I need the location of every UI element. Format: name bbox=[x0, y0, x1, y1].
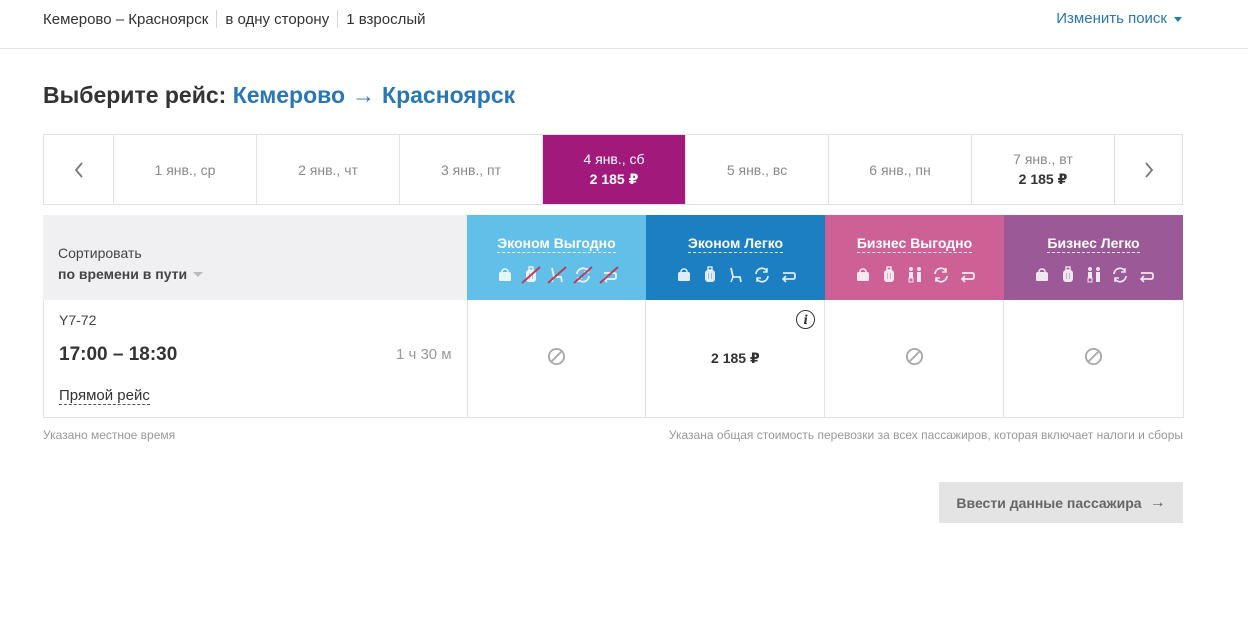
fare-cell-available[interactable]: i 2 185 ₽ bbox=[646, 300, 826, 417]
date-label: 7 янв., вт bbox=[1013, 151, 1073, 167]
date-price: 2 185 ₽ bbox=[1018, 171, 1068, 187]
fare-header-biznes-legko: Бизнес Легко bbox=[1004, 215, 1183, 300]
exchange-icon bbox=[754, 267, 769, 283]
unavailable-icon bbox=[547, 347, 566, 371]
suitcase-icon bbox=[1062, 266, 1073, 282]
chevron-down-icon bbox=[1174, 17, 1182, 22]
flight-type-link[interactable]: Прямой рейс bbox=[59, 387, 150, 405]
prev-dates-button[interactable] bbox=[44, 135, 114, 204]
flight-row: Y7-72 17:00 – 18:30 1 ч 30 м Прямой рейс… bbox=[43, 300, 1184, 418]
sort-dropdown[interactable]: по времени в пути bbox=[58, 266, 467, 282]
top-bar: Кемерово – Красноярск в одну сторону 1 в… bbox=[0, 0, 1248, 49]
date-option[interactable]: 5 янв., вс bbox=[686, 135, 829, 204]
next-button-label: Ввести данные пассажира bbox=[956, 494, 1142, 511]
date-label: 3 янв., пт bbox=[440, 161, 502, 178]
fare-header-econom-legko: Эконом Легко bbox=[646, 215, 825, 300]
refund-crossed-icon bbox=[598, 266, 619, 284]
unavailable-icon bbox=[1084, 347, 1103, 371]
date-selector: 1 янв., ср 2 янв., чт 3 янв., пт 4 янв.,… bbox=[43, 134, 1183, 205]
flight-info: Y7-72 17:00 – 18:30 1 ч 30 м Прямой рейс bbox=[44, 300, 468, 417]
change-search-label: Изменить поиск bbox=[1056, 10, 1167, 27]
flight-time: 17:00 – 18:30 bbox=[59, 344, 178, 365]
flight-number: Y7-72 bbox=[59, 312, 97, 328]
date-option[interactable]: 6 янв., пн bbox=[829, 135, 972, 204]
fare-cell-unavailable bbox=[825, 300, 1005, 417]
arrow-right-icon: → bbox=[1149, 493, 1166, 511]
route-summary: Кемерово – Красноярск bbox=[43, 10, 209, 28]
date-option[interactable]: 2 янв., чт bbox=[257, 135, 400, 204]
fare-cell-unavailable bbox=[468, 300, 647, 417]
divider bbox=[216, 10, 218, 28]
arrow-right-icon: → bbox=[352, 82, 376, 108]
bag-icon bbox=[498, 268, 511, 281]
date-label: 5 янв., вс bbox=[726, 161, 788, 178]
title-prefix: Выберите рейс: bbox=[43, 82, 227, 108]
date-label: 2 янв., чт bbox=[298, 161, 358, 178]
fare-name[interactable]: Бизнес Выгодно bbox=[856, 235, 973, 253]
exchange-crossed-icon bbox=[572, 266, 593, 284]
trip-type: в одну сторону bbox=[225, 10, 330, 28]
total-price-note: Указана общая стоимость перевозки за все… bbox=[668, 428, 1183, 442]
fare-icons bbox=[825, 265, 1004, 285]
bag-icon bbox=[856, 268, 869, 281]
chevron-left-icon bbox=[74, 161, 83, 178]
page-title: Выберите рейс: Кемерово → Красноярск bbox=[43, 82, 515, 109]
refund-icon bbox=[781, 272, 796, 283]
date-label: 1 янв., ср bbox=[154, 161, 216, 178]
unavailable-icon bbox=[905, 347, 924, 371]
date-label: 6 янв., пн bbox=[869, 161, 931, 178]
date-option[interactable]: 7 янв., вт 2 185 ₽ bbox=[972, 135, 1115, 204]
fare-header-econom-vygodno: Эконом Выгодно bbox=[467, 215, 646, 300]
sort-control: Сортировать по времени в пути bbox=[43, 215, 467, 300]
seat-crossed-icon bbox=[546, 266, 567, 284]
exchange-icon bbox=[1112, 267, 1127, 283]
divider bbox=[337, 10, 339, 28]
priority-icon bbox=[908, 267, 921, 283]
date-option[interactable]: 1 янв., ср bbox=[114, 135, 257, 204]
info-icon[interactable]: i bbox=[796, 310, 816, 329]
search-summary: Кемерово – Красноярск в одну сторону 1 в… bbox=[43, 10, 426, 28]
next-dates-button[interactable] bbox=[1115, 135, 1182, 204]
title-to-city: Красноярск bbox=[382, 82, 516, 108]
sort-value: по времени в пути bbox=[58, 266, 188, 282]
bag-icon bbox=[1035, 268, 1048, 281]
fare-icons bbox=[1004, 265, 1183, 285]
fare-table-header: Сортировать по времени в пути Эконом Выг… bbox=[43, 215, 1184, 300]
fare-name[interactable]: Бизнес Легко bbox=[1047, 235, 1140, 253]
fare-header-biznes-vygodno: Бизнес Выгодно bbox=[825, 215, 1004, 300]
seat-icon bbox=[729, 267, 742, 283]
fare-icons bbox=[467, 265, 646, 285]
date-price: 2 185 ₽ bbox=[589, 171, 639, 187]
refund-icon bbox=[960, 272, 975, 283]
suitcase-icon bbox=[704, 266, 715, 282]
change-search-link[interactable]: Изменить поиск bbox=[1056, 10, 1182, 27]
refund-icon bbox=[1139, 272, 1154, 283]
fare-name[interactable]: Эконом Легко bbox=[687, 235, 784, 253]
local-time-note: Указано местное время bbox=[43, 428, 176, 442]
fare-name[interactable]: Эконом Выгодно bbox=[497, 235, 616, 253]
bag-icon bbox=[677, 268, 690, 281]
fare-cell-unavailable bbox=[1004, 300, 1183, 417]
sort-label: Сортировать bbox=[58, 245, 142, 261]
fare-table: Сортировать по времени в пути Эконом Выг… bbox=[43, 215, 1184, 418]
date-label: 4 янв., сб bbox=[583, 151, 645, 167]
priority-icon bbox=[1087, 267, 1100, 283]
chevron-right-icon bbox=[1144, 161, 1153, 178]
fare-icons bbox=[646, 265, 825, 285]
passenger-count: 1 взрослый bbox=[346, 10, 426, 28]
suitcase-icon bbox=[883, 266, 894, 282]
date-option-selected[interactable]: 4 янв., сб 2 185 ₽ bbox=[543, 135, 686, 204]
chevron-down-icon bbox=[193, 271, 204, 277]
exchange-icon bbox=[933, 267, 948, 283]
fare-price[interactable]: 2 185 ₽ bbox=[711, 350, 760, 367]
suitcase-crossed-icon bbox=[520, 266, 541, 284]
date-option[interactable]: 3 янв., пт bbox=[400, 135, 543, 204]
enter-passenger-data-button[interactable]: Ввести данные пассажира → bbox=[939, 482, 1183, 523]
title-from-city: Кемерово bbox=[232, 82, 346, 108]
flight-duration: 1 ч 30 м bbox=[395, 346, 452, 363]
